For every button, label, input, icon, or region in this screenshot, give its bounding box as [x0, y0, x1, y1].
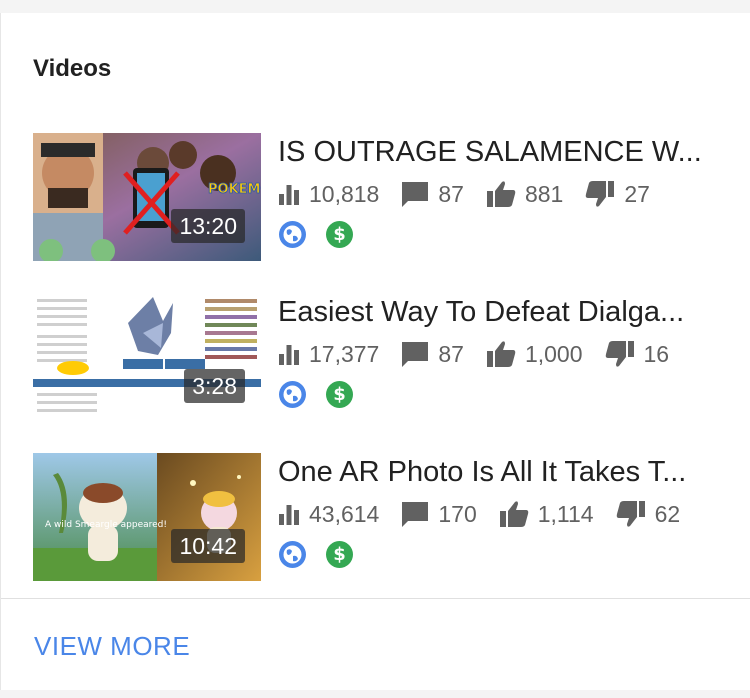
thumbs-up-icon — [499, 501, 528, 527]
video-stats: 43,614 170 1,114 62 — [278, 499, 702, 529]
video-duration: 10:42 — [171, 529, 245, 563]
views-stat: 17,377 — [278, 341, 379, 368]
views-count: 17,377 — [309, 340, 380, 367]
video-badges: $ — [279, 541, 373, 568]
dollar-icon: $ — [326, 221, 353, 248]
likes-count: 1,114 — [537, 500, 594, 527]
video-thumbnail[interactable]: POKEMON GO 13:20 — [33, 133, 261, 261]
comments-stat: 87 — [401, 181, 464, 208]
dislikes-count: 62 — [654, 500, 681, 527]
likes-count: 881 — [524, 180, 564, 207]
video-item[interactable]: POKEMON GO 13:20 IS OUTRAGE SALAMENCE W.… — [33, 133, 733, 261]
comments-count: 170 — [438, 500, 477, 527]
divider — [1, 598, 750, 599]
comments-stat: 170 — [401, 500, 477, 528]
likes-stat: 881 — [486, 180, 563, 208]
comments-count: 87 — [438, 340, 464, 367]
video-badges: $ — [279, 381, 373, 408]
likes-count: 1,000 — [524, 340, 583, 367]
video-stats: 10,818 87 881 27 — [278, 179, 672, 209]
globe-icon — [279, 221, 306, 248]
likes-stat: 1,114 — [499, 500, 594, 528]
bar-chart-icon — [279, 505, 299, 525]
videos-card: Videos POKEM 13:20 IS OUTRAGE SALAMENCE … — [0, 13, 750, 690]
video-title[interactable]: IS OUTRAGE SALAMENCE W... — [278, 133, 718, 171]
thumbs-up-icon — [486, 181, 516, 207]
views-count: 43,614 — [309, 500, 380, 527]
thumbnail-caption: A wild Smeargle appeared! — [45, 520, 167, 530]
dollar-icon: $ — [326, 541, 353, 568]
comment-icon — [402, 502, 429, 527]
dislikes-stat: 62 — [616, 500, 681, 528]
views-count: 10,818 — [309, 180, 380, 207]
thumbs-down-icon — [616, 501, 645, 527]
bar-chart-icon — [279, 185, 299, 205]
comment-icon — [402, 182, 429, 207]
dollar-icon: $ — [326, 381, 353, 408]
video-badges: $ — [279, 221, 373, 248]
views-stat: 10,818 — [278, 181, 379, 208]
comments-count: 87 — [438, 180, 464, 207]
thumbs-down-icon — [586, 181, 615, 207]
comments-stat: 87 — [401, 341, 464, 368]
globe-icon — [279, 541, 306, 568]
video-thumbnail[interactable]: A wild Smeargle appeared! 10:42 — [33, 453, 261, 581]
video-title[interactable]: One AR Photo Is All It Takes T... — [278, 453, 718, 491]
video-stats: 17,377 87 1,000 16 — [278, 339, 691, 369]
likes-stat: 1,000 — [486, 340, 583, 368]
video-duration: 13:20 — [171, 209, 245, 243]
video-duration: 3:28 — [184, 369, 245, 403]
thumbnail-logo-text: POKEMON GO — [208, 182, 261, 197]
video-item[interactable]: 3:28 Easiest Way To Defeat Dialga... 17,… — [33, 293, 733, 421]
section-title: Videos — [33, 55, 112, 82]
dislikes-stat: 27 — [585, 180, 650, 208]
video-title[interactable]: Easiest Way To Defeat Dialga... — [278, 293, 718, 331]
bar-chart-icon — [279, 345, 299, 365]
dislikes-stat: 16 — [605, 340, 670, 368]
dislikes-count: 16 — [643, 340, 670, 367]
video-item[interactable]: A wild Smeargle appeared! 10:42 One AR P… — [33, 453, 733, 581]
video-thumbnail[interactable]: 3:28 — [33, 293, 261, 421]
comment-icon — [402, 342, 429, 367]
globe-icon — [279, 381, 306, 408]
view-more-button[interactable]: VIEW MORE — [34, 631, 190, 662]
views-stat: 43,614 — [278, 501, 379, 528]
thumbs-down-icon — [605, 341, 634, 367]
dislikes-count: 27 — [624, 180, 650, 207]
thumbs-up-icon — [486, 341, 516, 367]
